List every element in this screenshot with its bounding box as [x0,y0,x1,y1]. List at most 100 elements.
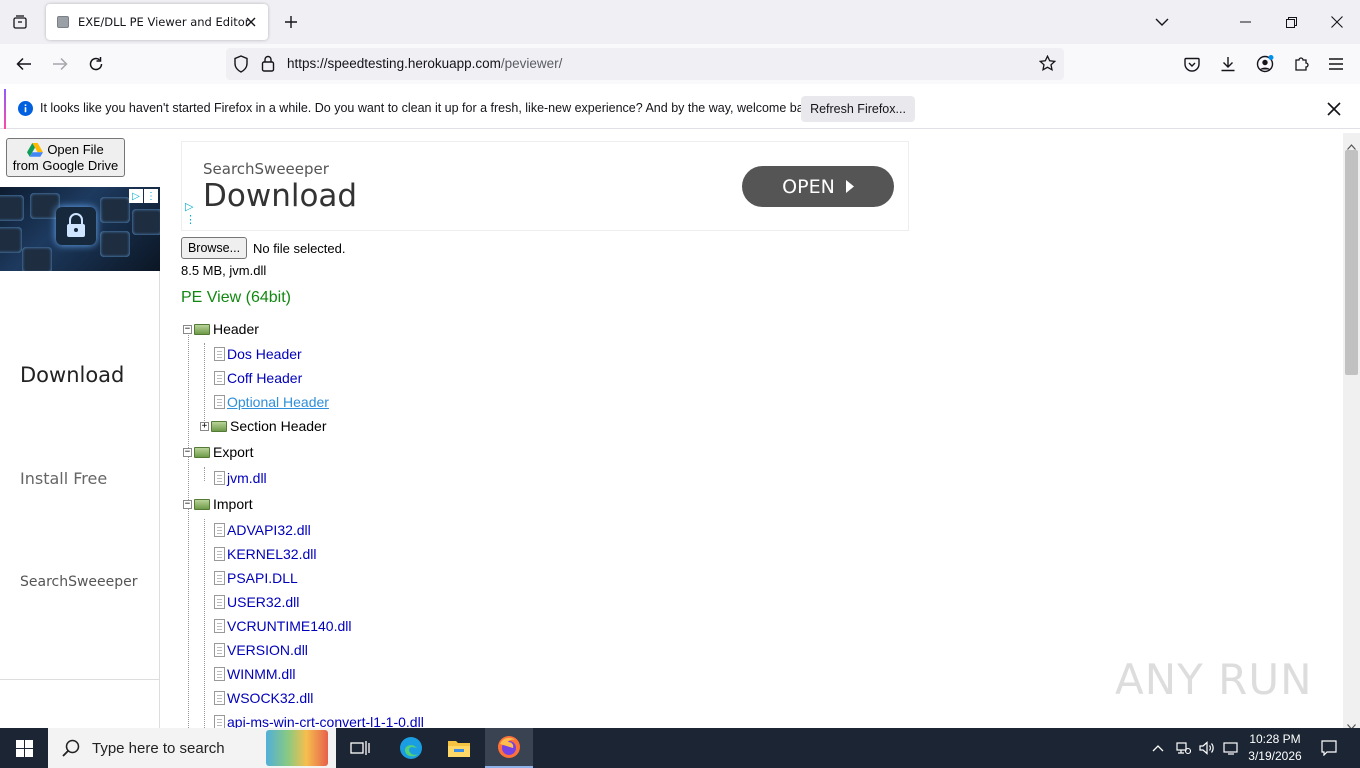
side-advertisement[interactable]: ▷ ⋮ Download Install Free SearchSweeeper [0,187,160,728]
close-tab-icon[interactable] [242,13,260,31]
tree-link-coff-header[interactable]: Coff Header [227,370,302,386]
top-ad-title[interactable]: Download [203,178,357,214]
tree-link-dos-header[interactable]: Dos Header [227,346,302,362]
firefox-taskbar-icon[interactable] [485,728,533,768]
tree-item-import-dll[interactable]: WSOCK32.dll [214,690,313,706]
close-notification-icon[interactable] [1327,102,1341,121]
ad-menu-dots-icon[interactable]: ⋮ [144,189,158,203]
tree-node-import[interactable]: − Import [183,496,253,512]
ad-choices-badge[interactable]: ▷ ⋮ [129,189,158,203]
tree-node-header[interactable]: − Header [183,321,259,337]
tree-item-jvm-dll[interactable]: jvm.dll [214,470,267,486]
tree-item-coff-header[interactable]: Coff Header [214,370,302,386]
tree-link-import-dll[interactable]: WSOCK32.dll [227,690,313,706]
taskbar-search-box[interactable]: Type here to search [48,728,336,768]
account-icon[interactable] [1251,50,1279,78]
volume-icon[interactable] [1196,728,1218,768]
expand-icon[interactable]: + [200,421,209,431]
windows-start-icon[interactable] [0,728,48,768]
tree-node-export[interactable]: − Export [183,444,253,460]
tree-item-dos-header[interactable]: Dos Header [214,346,302,362]
document-icon [214,595,225,609]
tree-item-import-dll[interactable]: KERNEL32.dll [214,546,317,562]
tree-item-import-dll[interactable]: VCRUNTIME140.dll [214,618,351,634]
collapse-icon[interactable]: − [183,324,192,334]
open-google-drive-button[interactable]: Open File from Google Drive [6,138,125,177]
refresh-firefox-button[interactable]: Refresh Firefox... [801,96,915,122]
restore-icon[interactable] [1268,0,1314,44]
tree-item-import-dll[interactable]: USER32.dll [214,594,299,610]
pe-view-title: PE View (64bit) [181,289,291,306]
page-scrollbar[interactable] [1343,133,1360,730]
pocket-icon[interactable] [1178,50,1206,78]
scroll-thumb[interactable] [1345,150,1358,375]
notifications-icon[interactable] [1314,728,1344,768]
tree-item-import-dll[interactable]: api-ms-win-crt-convert-l1-1-0.dll [214,714,424,728]
tree-link-jvm-dll[interactable]: jvm.dll [227,470,267,486]
tree-node-section-header[interactable]: + Section Header [200,418,327,434]
collapse-icon[interactable]: − [183,499,192,509]
folder-open-icon [194,446,210,458]
extensions-puzzle-icon[interactable] [1287,50,1315,78]
url-text[interactable]: https://speedtesting.herokuapp.com/pevie… [287,56,562,71]
ad-choices-icon[interactable]: ▷ [129,189,143,203]
tree-link-import-dll[interactable]: api-ms-win-crt-convert-l1-1-0.dll [227,714,424,728]
show-hidden-icons-chevron-icon[interactable] [1146,728,1170,768]
tree-link-import-dll[interactable]: KERNEL32.dll [227,546,317,562]
side-ad-download-text[interactable]: Download [20,363,124,387]
document-icon [214,471,225,485]
tree-item-import-dll[interactable]: PSAPI.DLL [214,570,298,586]
lock-icon[interactable] [261,55,275,77]
top-ad-choices-icon[interactable]: ▷ ⋮ [185,200,196,226]
tree-link-import-dll[interactable]: WINMM.dll [227,666,295,682]
taskbar-clock-time[interactable]: 10:28 PM [1244,732,1306,746]
tree-item-import-dll[interactable]: ADVAPI32.dll [214,522,311,538]
taskbar-clock-date[interactable]: 3/19/2026 [1244,749,1306,763]
close-window-icon[interactable] [1314,0,1360,44]
browse-button[interactable]: Browse... [181,237,247,259]
top-ad-brand[interactable]: SearchSweeeper [203,160,329,178]
tree-item-import-dll[interactable]: WINMM.dll [214,666,295,682]
tree-link-import-dll[interactable]: PSAPI.DLL [227,570,298,586]
back-arrow-icon[interactable] [10,50,38,78]
tree-label-section-header[interactable]: Section Header [230,418,327,434]
app-menu-hamburger-icon[interactable] [1322,50,1350,78]
document-icon [214,547,225,561]
downloads-icon[interactable] [1214,50,1242,78]
tracking-protection-shield-icon[interactable] [233,55,249,78]
play-arrow-icon [845,180,854,193]
tree-label-import[interactable]: Import [213,496,253,512]
tree-label-export[interactable]: Export [213,444,253,460]
file-explorer-icon[interactable] [435,728,483,768]
minimize-icon[interactable] [1222,0,1268,44]
task-view-icon[interactable] [336,728,384,768]
side-ad-brand-text[interactable]: SearchSweeeper [20,574,138,590]
edge-browser-icon[interactable] [387,728,435,768]
tree-link-import-dll[interactable]: ADVAPI32.dll [227,522,311,538]
tab-list-icon[interactable] [6,8,34,36]
list-all-tabs-icon[interactable] [1139,0,1185,44]
reload-icon[interactable] [82,50,110,78]
bookmark-star-icon[interactable] [1038,54,1057,77]
network-status-icon[interactable] [1172,728,1194,768]
tab-peviewer[interactable]: EXE/DLL PE Viewer and Editor [46,4,268,40]
ad-lock-keyboard-image[interactable]: ▷ ⋮ [0,187,160,271]
display-network-icon[interactable] [1220,728,1242,768]
document-icon [214,691,225,705]
tree-link-import-dll[interactable]: VCRUNTIME140.dll [227,618,351,634]
collapse-icon[interactable]: − [183,447,192,457]
tree-link-import-dll[interactable]: USER32.dll [227,594,299,610]
forward-arrow-icon[interactable] [46,50,74,78]
tree-item-import-dll[interactable]: VERSION.dll [214,642,308,658]
url-path: /peviewer/ [500,56,563,71]
document-icon [214,715,225,728]
tree-label-header[interactable]: Header [213,321,259,337]
side-ad-install-text[interactable]: Install Free [20,469,107,488]
new-tab-icon[interactable] [278,8,304,36]
top-ad-open-button[interactable]: OPEN [742,166,894,207]
tree-link-import-dll[interactable]: VERSION.dll [227,642,308,658]
tree-item-optional-header[interactable]: Optional Header [214,394,329,410]
address-bar[interactable]: https://speedtesting.herokuapp.com/pevie… [226,48,1064,80]
top-advertisement[interactable]: SearchSweeeper Download OPEN ▷ ⋮ [181,141,909,231]
tree-link-optional-header[interactable]: Optional Header [227,394,329,410]
